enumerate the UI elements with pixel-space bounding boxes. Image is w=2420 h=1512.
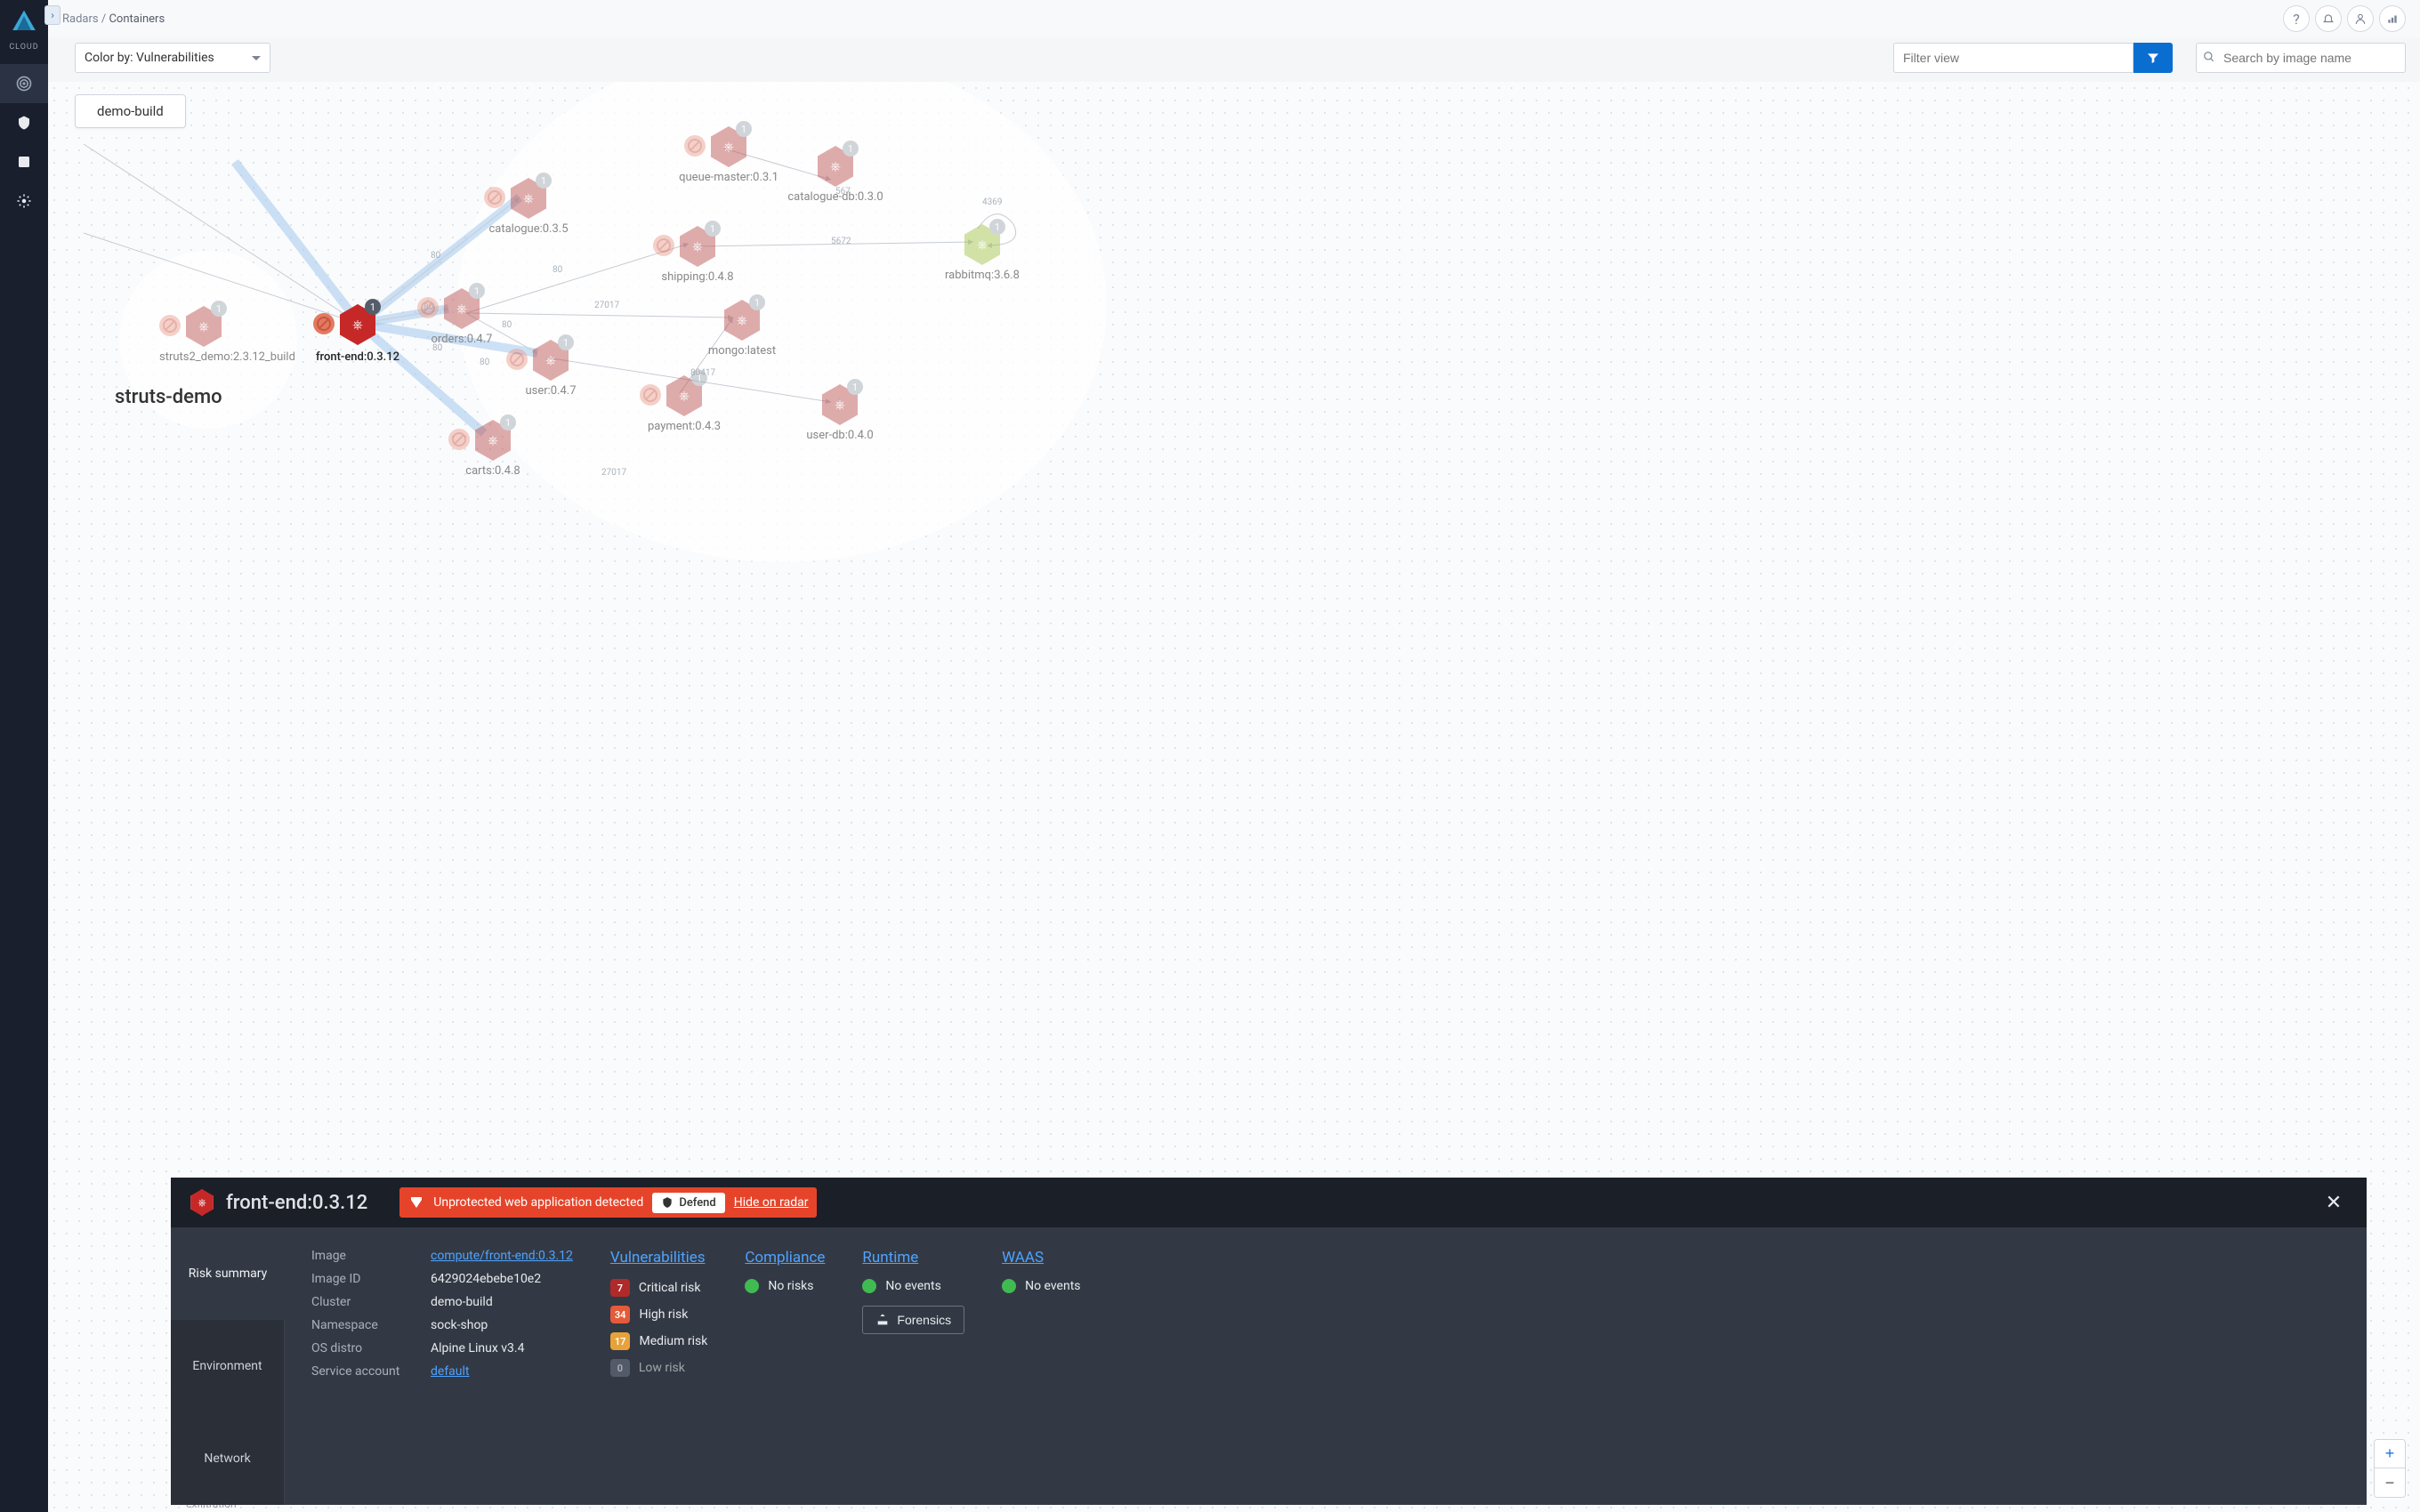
runtime-heading[interactable]: Runtime: [862, 1249, 918, 1267]
defend-button[interactable]: Defend: [652, 1193, 724, 1213]
sidebar-expand-handle[interactable]: ›: [44, 5, 60, 25]
edge-label: 80: [432, 343, 442, 353]
edge-label: 80: [424, 302, 433, 312]
filter-input[interactable]: [1893, 43, 2134, 73]
image-link[interactable]: compute/front-end:0.3.12: [431, 1249, 573, 1263]
service-account-link[interactable]: default: [431, 1364, 470, 1379]
node-label: struts2_demo:2.3.12_build: [159, 350, 284, 364]
node-label: queue-master:0.3.1: [679, 171, 778, 184]
stats-icon[interactable]: [2379, 5, 2406, 32]
nav-settings[interactable]: [0, 181, 48, 221]
image-details: Imagecompute/front-end:0.3.12 Image ID64…: [311, 1249, 573, 1484]
node-catalogue[interactable]: ⎈1: [511, 178, 546, 219]
search-input[interactable]: [2196, 43, 2406, 73]
edge-label: 5672: [831, 237, 851, 246]
node-rabbitmq[interactable]: ⎈1: [964, 224, 1000, 265]
panel-node-icon: ⎈: [190, 1189, 214, 1216]
controls-row: Color by: Vulnerabilities: [48, 37, 2420, 82]
tab-risk-summary[interactable]: Risk summary: [171, 1227, 285, 1320]
compliance-heading[interactable]: Compliance: [745, 1249, 825, 1267]
waas-col: WAAS No events: [1002, 1249, 1080, 1484]
sidebar: CLOUD ›: [0, 0, 48, 1512]
hide-on-radar-link[interactable]: Hide on radar: [734, 1195, 809, 1210]
node-label: payment:0.4.3: [648, 420, 721, 433]
node-label: front-end:0.3.12: [316, 350, 399, 364]
tab-environment[interactable]: Environment: [171, 1320, 285, 1412]
edge-label: 80: [502, 320, 512, 330]
zoom-out-button[interactable]: −: [2375, 1468, 2405, 1497]
node-user[interactable]: ⎈1: [533, 340, 569, 381]
breadcrumb-current: Containers: [109, 12, 165, 26]
status-dot-green: [1002, 1279, 1016, 1293]
breadcrumb: Radars / Containers: [62, 12, 165, 26]
node-label: mongo:latest: [708, 344, 776, 358]
node-mongo[interactable]: ⎈1: [724, 300, 760, 341]
node-carts[interactable]: ⎈1: [475, 420, 511, 461]
breadcrumb-parent[interactable]: Radars: [62, 12, 99, 26]
node-user-db[interactable]: ⎈1: [822, 384, 858, 425]
alert-icon: [408, 1194, 424, 1210]
node-payment[interactable]: ⎈1: [666, 375, 702, 416]
nav-report[interactable]: [0, 142, 48, 181]
tab-network[interactable]: Network: [171, 1412, 285, 1505]
edge-label: 80: [553, 265, 562, 275]
color-by-select[interactable]: Color by: Vulnerabilities: [75, 43, 270, 73]
edge-label: 27017: [594, 301, 619, 310]
edge-label: 4369: [982, 197, 1002, 207]
vulnerabilities-col: Vulnerabilities 7Critical risk 34High ri…: [610, 1249, 707, 1484]
edge-label: 567: [835, 187, 851, 197]
node-struts2[interactable]: ⎈1: [186, 306, 222, 347]
forensics-icon: [875, 1313, 890, 1327]
forensics-button[interactable]: Forensics: [862, 1306, 964, 1334]
shield-icon: [661, 1196, 674, 1209]
edge-label: 27017: [601, 468, 626, 478]
node-label: shipping:0.4.8: [661, 270, 733, 284]
node-shipping[interactable]: ⎈1: [680, 226, 715, 267]
zoom-controls: + −: [2374, 1439, 2406, 1498]
alert-text: Unprotected web application detected: [433, 1195, 643, 1210]
alert-banner: Unprotected web application detected Def…: [399, 1187, 817, 1218]
node-orders[interactable]: ⎈1: [444, 288, 480, 329]
edge-label: 80417: [690, 368, 715, 378]
cluster-title-struts: struts-demo: [115, 386, 222, 408]
main-area: Radars / Containers ? Color by: Vulnerab: [48, 0, 2420, 1512]
node-queue-master[interactable]: ⎈1: [711, 126, 746, 167]
node-label: user:0.4.7: [525, 384, 576, 398]
help-icon[interactable]: ?: [2283, 5, 2310, 32]
topbar: Radars / Containers ?: [48, 0, 2420, 37]
brand-logo: [8, 7, 40, 39]
user-icon[interactable]: [2347, 5, 2374, 32]
cluster-bg-main: [457, 82, 1107, 562]
detail-tabs: Risk summary Environment Network: [171, 1227, 285, 1505]
detail-panel: ⎈ front-end:0.3.12 Unprotected web appli…: [171, 1178, 2367, 1505]
panel-title: front-end:0.3.12: [226, 1192, 367, 1214]
node-label: user-db:0.4.0: [806, 429, 873, 442]
node-label: rabbitmq:3.6.8: [945, 269, 1020, 282]
detail-content: Imagecompute/front-end:0.3.12 Image ID64…: [285, 1227, 2367, 1505]
filter-button[interactable]: [2134, 43, 2173, 73]
node-front-end[interactable]: ⎈1: [340, 304, 375, 345]
zoom-in-button[interactable]: +: [2375, 1440, 2405, 1468]
brand-text: CLOUD: [9, 43, 38, 52]
nav-radar[interactable]: [0, 64, 48, 103]
nav-shield[interactable]: [0, 103, 48, 142]
search-icon: [2203, 51, 2215, 67]
waas-heading[interactable]: WAAS: [1002, 1249, 1044, 1267]
edge-label: 80: [480, 358, 489, 367]
runtime-col: Runtime No events Forensics: [862, 1249, 964, 1484]
node-catalogue-db[interactable]: ⎈1: [818, 146, 853, 187]
status-dot-green: [862, 1279, 876, 1293]
vulnerabilities-heading[interactable]: Vulnerabilities: [610, 1249, 706, 1267]
node-label: carts:0.4.8: [465, 464, 520, 478]
node-label: catalogue:0.3.5: [488, 222, 568, 236]
radar-canvas[interactable]: demo-build struts-demo ⎈1 queue-master:0…: [48, 82, 2420, 1512]
notification-icon[interactable]: [2315, 5, 2342, 32]
status-dot-green: [745, 1279, 759, 1293]
compliance-col: Compliance No risks: [745, 1249, 825, 1484]
cluster-pill-demo-build[interactable]: demo-build: [75, 94, 186, 128]
edge-label: 80: [431, 251, 440, 261]
detail-header: ⎈ front-end:0.3.12 Unprotected web appli…: [171, 1178, 2367, 1227]
topbar-icons: ?: [2283, 5, 2406, 32]
close-icon[interactable]: ✕: [2320, 1192, 2347, 1214]
